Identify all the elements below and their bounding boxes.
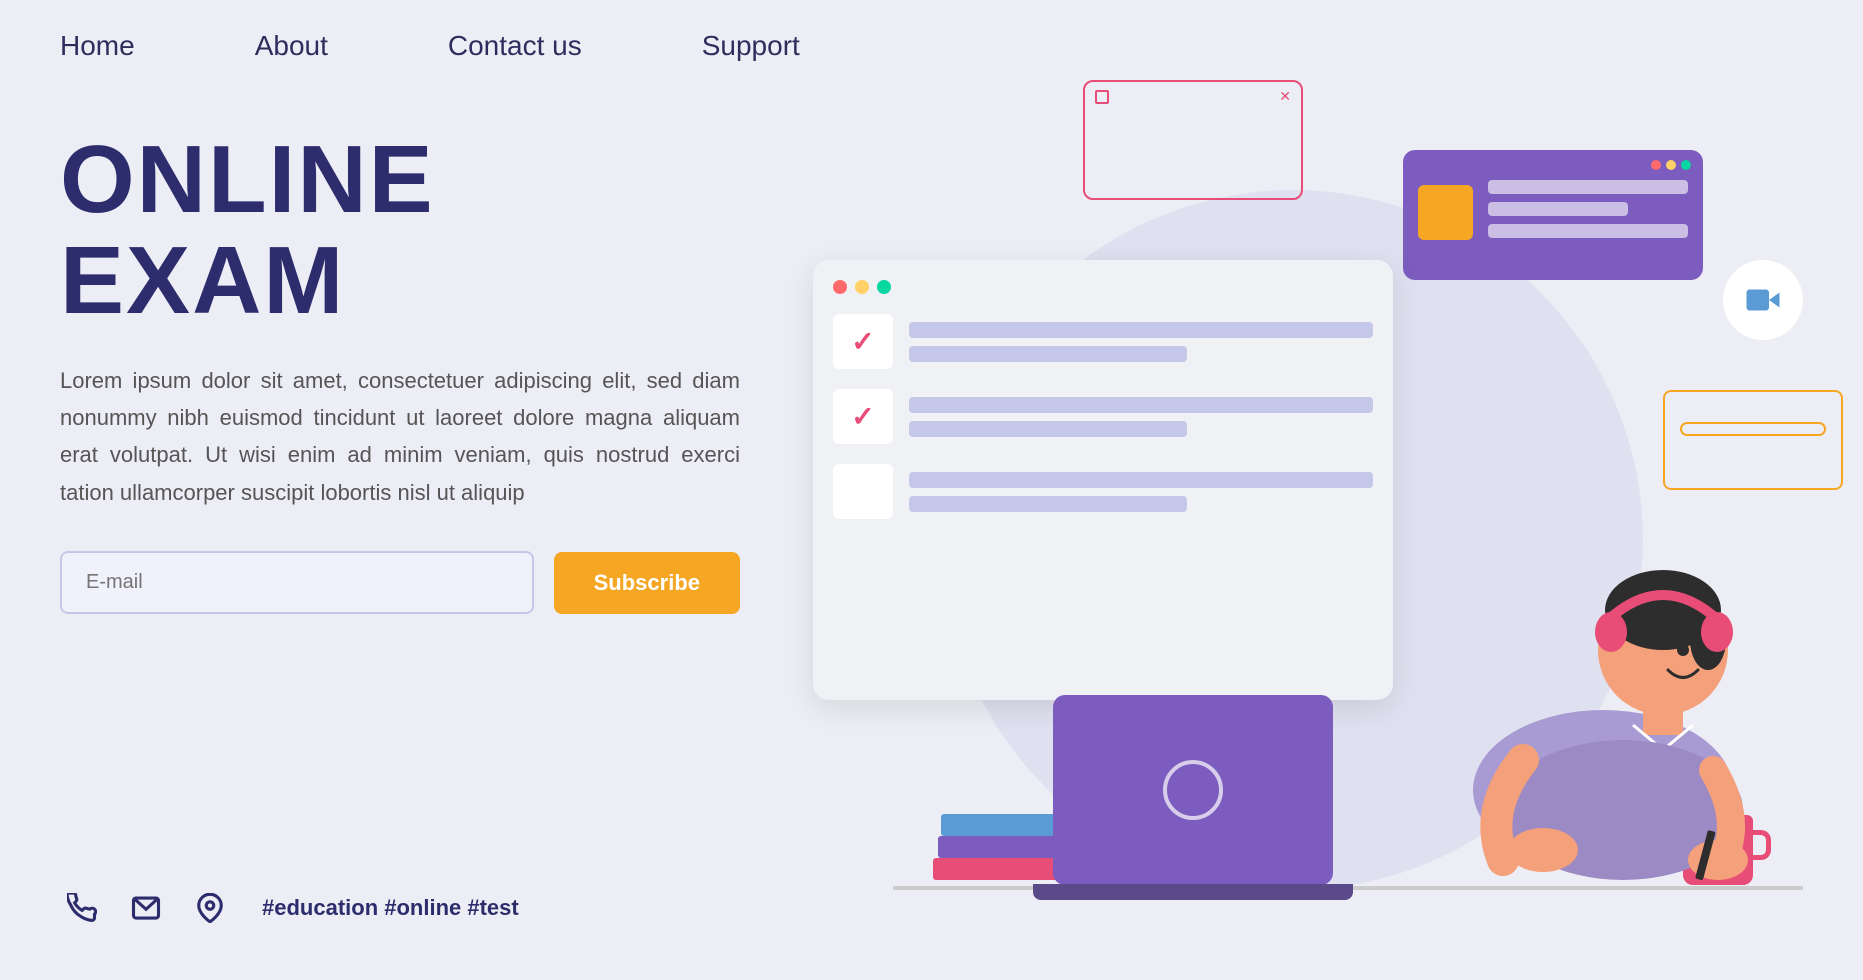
dot-red — [1651, 160, 1661, 170]
location-icon — [188, 886, 232, 930]
check-line-1a — [909, 322, 1373, 338]
nav-contact[interactable]: Contact us — [448, 30, 582, 62]
card-lines — [1488, 180, 1688, 238]
checklist-item-1: ✓ — [833, 314, 1373, 369]
footer-icons: #education #online #test — [60, 886, 519, 930]
video-icon-circle — [1723, 260, 1803, 340]
browser-dot-red — [833, 280, 847, 294]
phone-icon — [60, 886, 104, 930]
book-3 — [941, 814, 1056, 836]
book-1 — [933, 858, 1063, 880]
browser-dots — [833, 280, 1373, 294]
card-line-1 — [1488, 180, 1688, 194]
description-text: Lorem ipsum dolor sit amet, consectetuer… — [60, 362, 740, 512]
window-red: ✕ — [1083, 80, 1303, 200]
nav-home[interactable]: Home — [60, 30, 135, 62]
check-line-3b — [909, 496, 1187, 512]
dot-green — [1681, 160, 1691, 170]
checkbox-3 — [833, 464, 893, 519]
email-input[interactable] — [60, 551, 534, 614]
laptop — [1053, 695, 1333, 885]
hashtags-text: #education #online #test — [262, 895, 519, 921]
checklist-item-3 — [833, 464, 1373, 519]
check-lines-3 — [909, 472, 1373, 512]
nav-about[interactable]: About — [255, 30, 328, 62]
browser-dot-green — [877, 280, 891, 294]
checkmark-2: ✓ — [851, 400, 874, 433]
nav-support[interactable]: Support — [702, 30, 800, 62]
check-lines-2 — [909, 397, 1373, 437]
checkbox-1: ✓ — [833, 314, 893, 369]
card-line-3 — [1488, 224, 1688, 238]
subscription-form: Subscribe — [60, 551, 740, 614]
hero-left: ONLINE EXAM Lorem ipsum dolor sit amet, … — [60, 130, 740, 614]
email-icon — [124, 886, 168, 930]
person-illustration — [1443, 430, 1763, 890]
laptop-webcam — [1163, 760, 1223, 820]
dot-yellow — [1666, 160, 1676, 170]
checkbox-2: ✓ — [833, 389, 893, 444]
laptop-base — [1033, 884, 1353, 900]
card-dots — [1651, 160, 1691, 170]
checklist-item-2: ✓ — [833, 389, 1373, 444]
check-line-1b — [909, 346, 1187, 362]
close-icon: ✕ — [1279, 88, 1291, 105]
checkmark-1: ✓ — [851, 325, 874, 358]
video-camera-icon — [1745, 282, 1781, 318]
window-red-corner-icon — [1095, 90, 1109, 104]
card-orange-square — [1418, 185, 1473, 240]
browser-window: ✓ ✓ — [813, 260, 1393, 700]
card-line-2 — [1488, 202, 1628, 216]
check-lines-1 — [909, 322, 1373, 362]
check-line-3a — [909, 472, 1373, 488]
card-purple — [1403, 150, 1703, 280]
book-2 — [938, 836, 1058, 858]
books-stack — [933, 800, 1073, 880]
illustration-area: ✕ — [813, 60, 1863, 940]
subscribe-button[interactable]: Subscribe — [554, 552, 740, 614]
check-line-2a — [909, 397, 1373, 413]
check-line-2b — [909, 421, 1187, 437]
browser-dot-yellow — [855, 280, 869, 294]
main-title: ONLINE EXAM — [60, 130, 740, 332]
